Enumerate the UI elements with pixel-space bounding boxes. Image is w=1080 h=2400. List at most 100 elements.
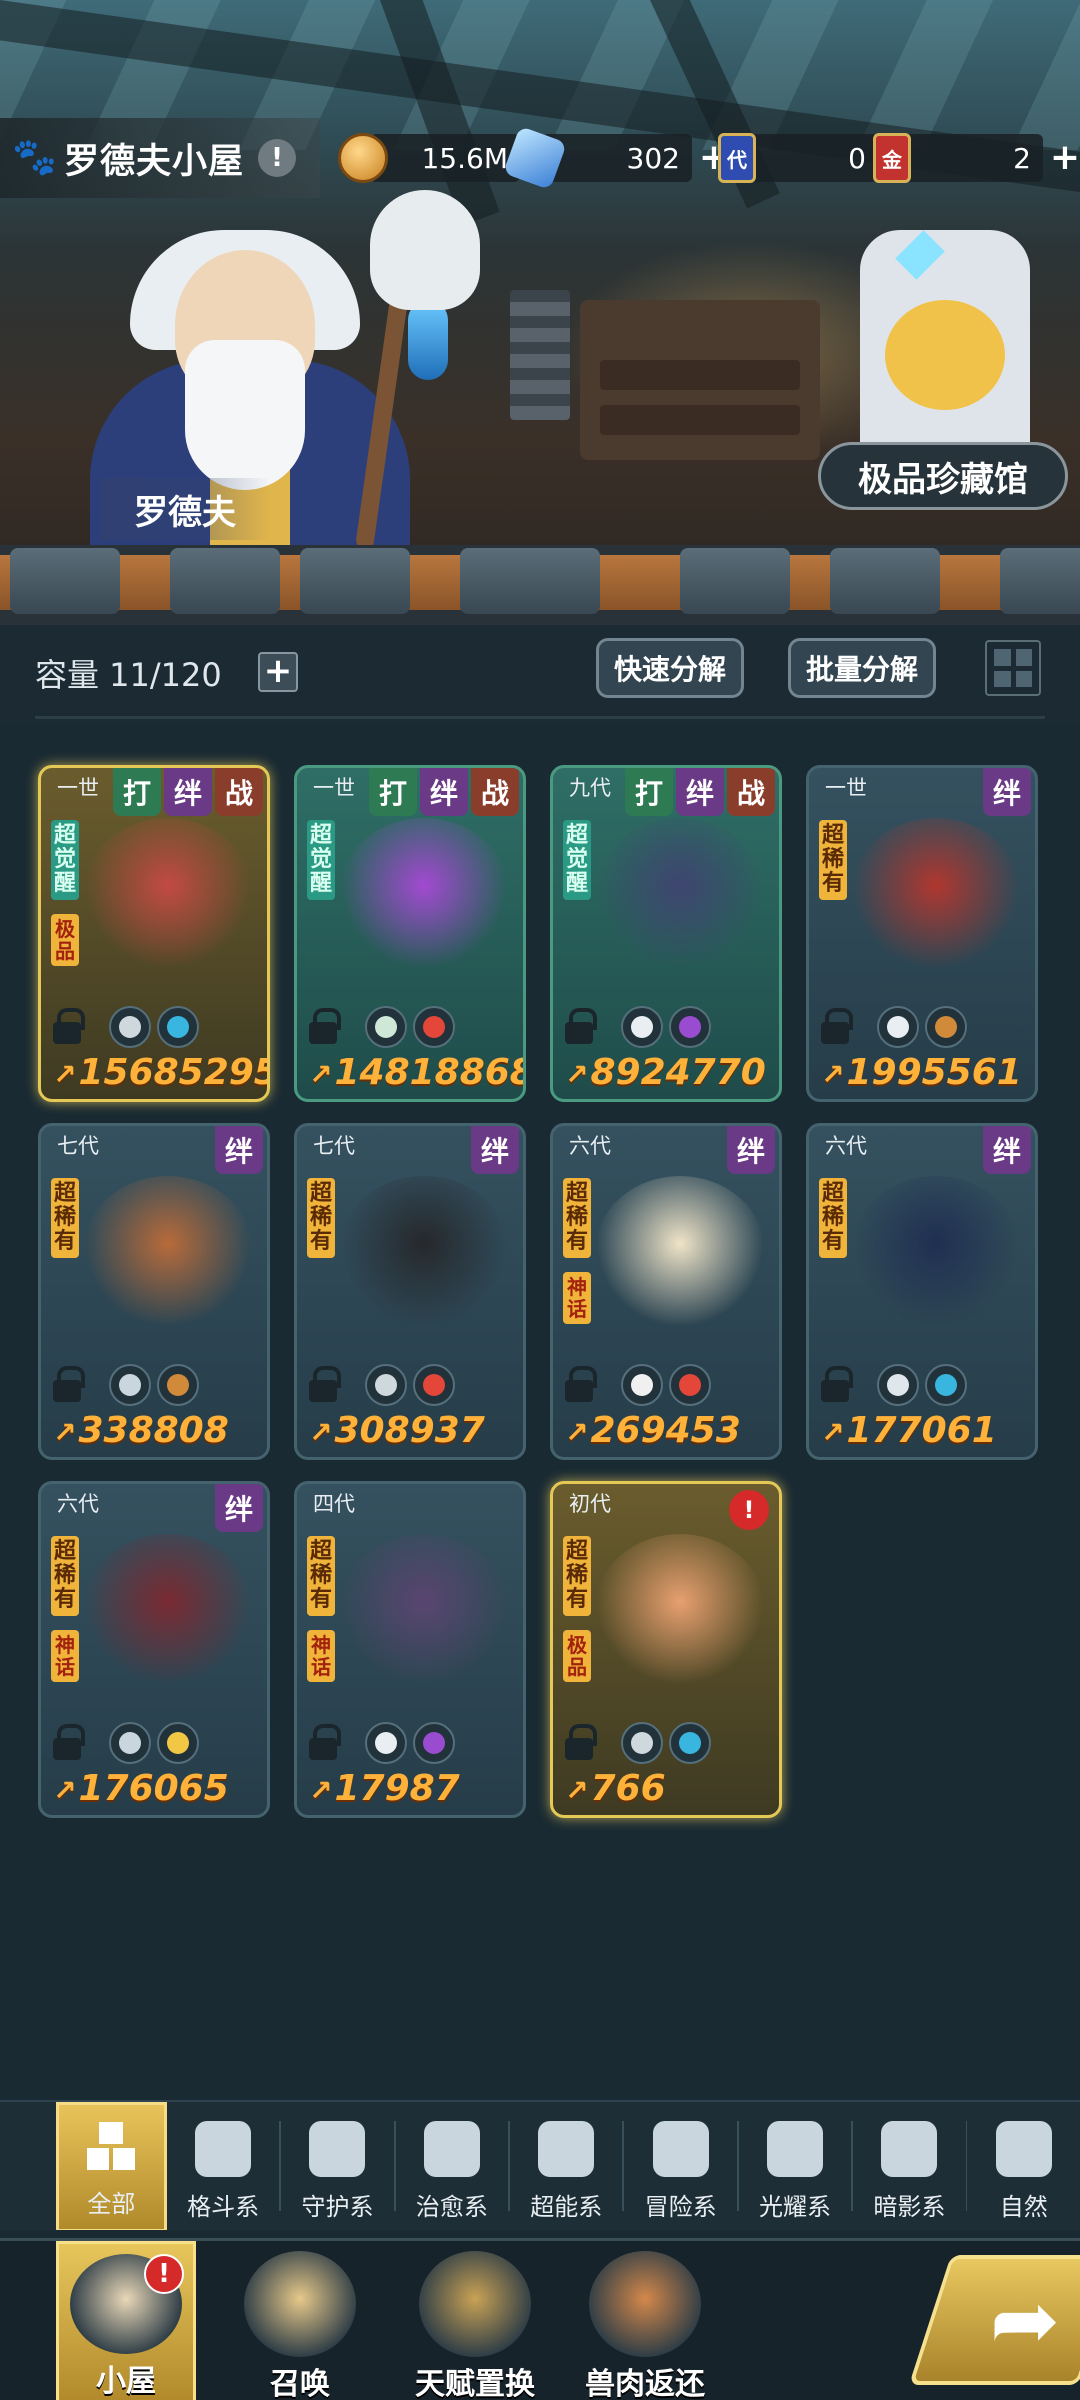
beam-bracket [680,548,790,614]
trait-tag: 绊 [676,768,724,816]
pet-card[interactable]: 四代超稀有神话 17987 [294,1481,526,1818]
tag-row: 绊 [215,1484,263,1532]
pet-card[interactable]: 一世 绊超稀有 1995561 [806,765,1038,1102]
rarity-badge: 超稀有 [819,820,847,900]
owl [370,190,480,310]
add-red-card-button[interactable]: + [1047,140,1080,176]
pet-card[interactable]: 七代 绊超稀有 308937 [294,1123,526,1460]
element-icon [109,1364,151,1406]
extra-badge: 极品 [51,914,79,966]
rarity-badge: 超稀有 [51,1178,79,1258]
element-icon [109,1722,151,1764]
tag-row: 打绊战 [625,768,775,816]
power-value: 17987 [309,1768,459,1809]
category-tab[interactable]: 超能系 [510,2102,622,2230]
beam-bracket [170,548,280,614]
category-tab[interactable]: 格斗系 [167,2102,279,2230]
lock-icon[interactable] [563,1008,597,1044]
pet-card[interactable]: 六代 绊超稀有 177061 [806,1123,1038,1460]
lock-icon[interactable] [563,1366,597,1402]
red-card-value: 2 [893,134,1043,182]
pet-card[interactable]: 初代! 超稀有极品 766 [550,1481,782,1818]
capacity-label: 容量 11/120 [35,656,222,694]
leaf-icon [995,2121,1052,2177]
grid-view-icon[interactable] [985,640,1041,696]
pet-image [339,1534,509,1684]
trait-tag: 绊 [215,1126,263,1174]
blue-card-value: 0 [738,134,878,182]
house-icon: ! [70,2254,184,2354]
extra-badge: 神话 [563,1272,591,1324]
batch-decompose-button[interactable]: 批量分解 [788,638,936,698]
sprout-icon [423,2121,480,2177]
page-title-pill: 🐾 罗德夫小屋 ! [0,118,320,198]
tag-row: ! [729,1484,775,1530]
pet-image [595,818,765,968]
info-icon[interactable]: ! [258,139,297,177]
trait-tag: 战 [215,768,263,816]
eye-icon [881,2121,938,2177]
lock-icon[interactable] [307,1724,341,1760]
trait-tag: 绊 [420,768,468,816]
category-tab[interactable]: 全部 [56,2102,167,2230]
power-value: 15685295 [53,1052,267,1093]
nav-item[interactable]: ! 小屋 [56,2241,196,2400]
pet-card[interactable]: 九代打绊战超觉醒 8924770 [550,765,782,1102]
pet-image [595,1176,765,1326]
coin-icon [338,133,388,183]
lock-icon[interactable] [307,1366,341,1402]
category-tab[interactable]: 暗影系 [853,2102,965,2230]
shield-icon [309,2121,366,2177]
nav-item[interactable]: 兽肉返还 [575,2241,715,2400]
all-icon [83,2118,139,2174]
element-icon [925,1364,967,1406]
category-tab[interactable]: 冒险系 [624,2102,736,2230]
power-value: 1995561 [821,1052,1021,1093]
nav-label: 天赋置换 [415,2367,535,2400]
nav-label: 兽肉返还 [585,2367,705,2400]
pet-card[interactable]: 七代 绊超稀有 338808 [38,1123,270,1460]
element-icon [365,1722,407,1764]
beam-bracket [1000,548,1080,614]
nav-label: 召唤 [270,2367,330,2400]
category-tab[interactable]: 自然 [967,2102,1079,2230]
pet-card[interactable]: 六代 绊超稀有神话 269453 [550,1123,782,1460]
trait-tag: 打 [113,768,161,816]
expand-capacity-button[interactable]: + [258,652,298,692]
lock-icon[interactable] [819,1366,853,1402]
category-tab[interactable]: 光耀系 [739,2102,851,2230]
alien-icon [538,2121,595,2177]
tag-row: 绊 [215,1126,263,1174]
quick-decompose-button[interactable]: 快速分解 [596,638,744,698]
museum-button[interactable]: 极品珍藏馆 [818,442,1068,510]
element-icon [109,1006,151,1048]
tag-row: 打绊战 [369,768,519,816]
lock-icon[interactable] [51,1008,85,1044]
pet-card[interactable]: 一世打绊战超觉醒 14818868 [294,765,526,1102]
lock-icon[interactable] [819,1008,853,1044]
element-icon [877,1006,919,1048]
lock-icon[interactable] [307,1008,341,1044]
star-icon [766,2121,823,2177]
rarity-badge: 超稀有 [563,1178,591,1258]
nav-item[interactable]: 召唤 [230,2241,370,2400]
trait-tag: 绊 [215,1484,263,1532]
pet-card[interactable]: 六代 绊超稀有神话 176065 [38,1481,270,1818]
trait-tag: 绊 [983,768,1031,816]
power-value: 8924770 [565,1052,765,1093]
element-icon [413,1722,455,1764]
category-tab[interactable]: 守护系 [281,2102,393,2230]
element-icon [669,1722,711,1764]
lock-icon[interactable] [563,1724,597,1760]
trait-tag: 绊 [164,768,212,816]
trait-tag: 绊 [727,1126,775,1174]
nav-item[interactable]: 天赋置换 [405,2241,545,2400]
egg-icon [244,2251,356,2357]
book-stack [510,290,570,420]
lock-icon[interactable] [51,1366,85,1402]
category-tab[interactable]: 治愈系 [396,2102,508,2230]
pet-card[interactable]: 一世打绊战超觉醒极品 15685295 [38,765,270,1102]
lock-icon[interactable] [51,1724,85,1760]
trait-tag: 打 [369,768,417,816]
power-value: 308937 [309,1410,484,1451]
